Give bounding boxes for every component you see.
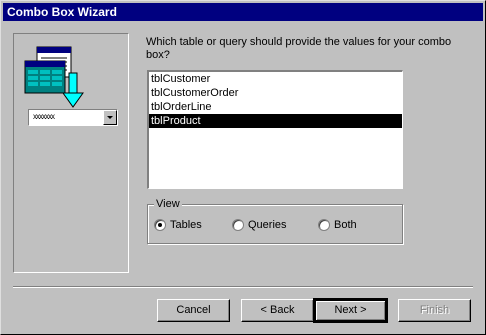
table-lookup-illustration	[24, 46, 84, 108]
radio-tables[interactable]: Tables	[154, 219, 202, 231]
list-item[interactable]: tblOrderLine	[149, 100, 402, 114]
back-button[interactable]: < Back	[241, 299, 314, 322]
combo-box-wizard-dialog: Combo Box Wizard xxxxxxx Which table or …	[0, 0, 486, 335]
list-item-selected[interactable]: tblProduct	[149, 114, 402, 128]
next-button[interactable]: Next >	[313, 298, 388, 323]
radio-queries[interactable]: Queries	[232, 219, 287, 231]
table-listbox[interactable]: tblCustomer tblCustomerOrder tblOrderLin…	[147, 70, 403, 189]
radio-both-label: Both	[334, 219, 357, 231]
chevron-down-icon	[103, 110, 117, 125]
wizard-prompt: Which table or query should provide the …	[146, 36, 452, 61]
cancel-button[interactable]: Cancel	[157, 299, 230, 322]
illustration-combo-box: xxxxxxx	[28, 109, 118, 126]
title-bar: Combo Box Wizard	[3, 3, 483, 21]
list-item[interactable]: tblCustomerOrder	[149, 86, 402, 100]
list-item[interactable]: tblCustomer	[149, 72, 402, 86]
view-group: View Tables Queries Both	[147, 197, 403, 244]
radio-button-checked[interactable]	[154, 219, 166, 231]
view-group-label: View	[154, 197, 182, 211]
radio-button[interactable]	[232, 219, 244, 231]
radio-both[interactable]: Both	[318, 219, 357, 231]
radio-button[interactable]	[318, 219, 330, 231]
finish-button[interactable]: Finish	[398, 299, 471, 322]
separator	[13, 286, 473, 288]
illustration-combo-text: xxxxxxx	[33, 112, 55, 121]
radio-queries-label: Queries	[248, 219, 287, 231]
radio-tables-label: Tables	[170, 219, 202, 231]
